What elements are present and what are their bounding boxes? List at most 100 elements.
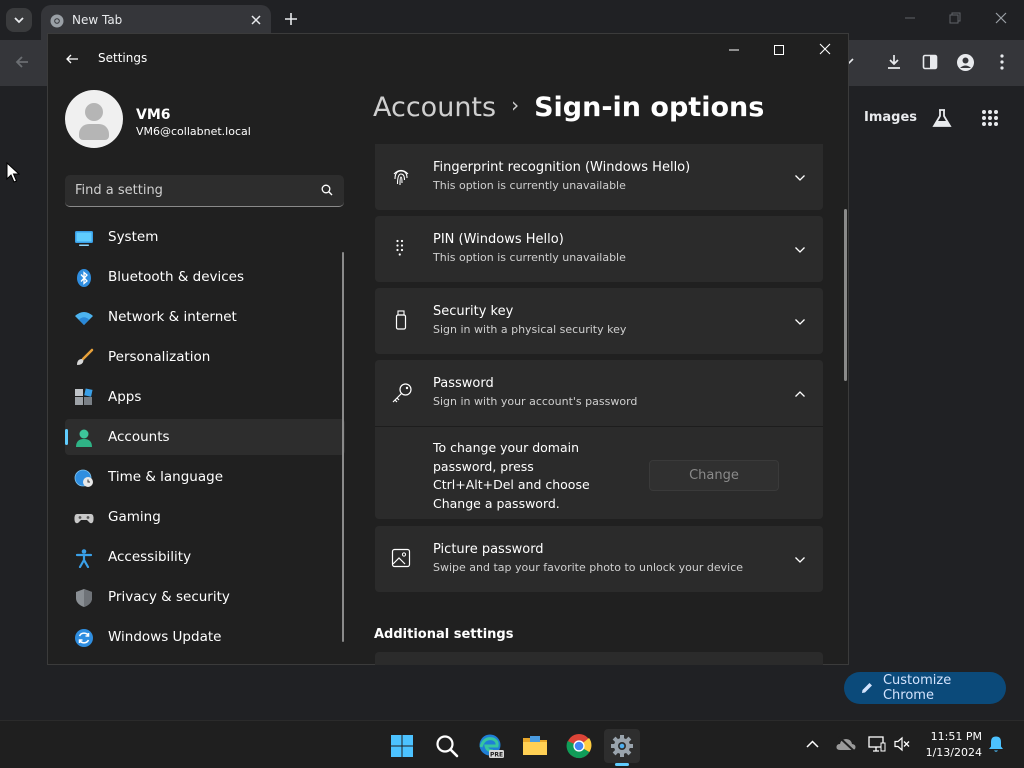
brush-icon bbox=[77, 348, 94, 365]
option-subtitle: Swipe and tap your favorite photo to unl… bbox=[433, 561, 744, 574]
close-icon[interactable] bbox=[250, 14, 262, 26]
chevron-down-icon bbox=[795, 175, 805, 181]
additional-settings-card[interactable] bbox=[375, 652, 823, 665]
nav-item-personalization[interactable]: Personalization bbox=[65, 339, 345, 375]
edge-pre-icon: PRE bbox=[479, 734, 504, 759]
onedrive-offline-icon[interactable] bbox=[836, 736, 856, 752]
restore-icon[interactable] bbox=[948, 11, 962, 25]
taskbar: PRE 11:51 PM 1/13/2024 bbox=[0, 720, 1024, 768]
settings-taskbar-button[interactable] bbox=[604, 729, 640, 763]
option-picture-password[interactable]: Picture password Swipe and tap your favo… bbox=[375, 526, 823, 592]
breadcrumb-parent[interactable]: Accounts bbox=[373, 92, 496, 123]
back-arrow-icon[interactable] bbox=[13, 53, 31, 71]
tab-search-button[interactable] bbox=[6, 8, 32, 32]
start-button[interactable] bbox=[384, 729, 420, 763]
option-password[interactable]: Password Sign in with your account's pas… bbox=[375, 360, 823, 426]
settings-window: Settings VM6 VM6@collabnet.local System … bbox=[47, 33, 849, 665]
option-title: Fingerprint recognition (Windows Hello) bbox=[433, 160, 691, 175]
breadcrumb-separator: › bbox=[511, 93, 520, 117]
window-title: Settings bbox=[98, 51, 148, 65]
customize-chrome-button[interactable]: Customize Chrome bbox=[844, 672, 1006, 704]
additional-settings-heading: Additional settings bbox=[374, 627, 514, 642]
wifi-icon bbox=[75, 312, 93, 325]
pencil-icon bbox=[861, 683, 872, 693]
notification-bell-icon[interactable] bbox=[988, 735, 1004, 753]
chevron-down-icon bbox=[795, 247, 805, 253]
option-fingerprint[interactable]: Fingerprint recognition (Windows Hello) … bbox=[375, 144, 823, 210]
nav-item-system[interactable]: System bbox=[65, 219, 345, 255]
update-icon bbox=[75, 629, 93, 647]
nav-item-bluetooth[interactable]: Bluetooth & devices bbox=[65, 259, 345, 295]
user-profile[interactable] bbox=[65, 90, 123, 148]
taskbar-search-button[interactable] bbox=[429, 729, 465, 763]
nav-item-windows-update[interactable]: Windows Update bbox=[65, 619, 345, 655]
nav-label: Apps bbox=[108, 389, 142, 405]
nav-item-network[interactable]: Network & internet bbox=[65, 299, 345, 335]
images-link[interactable]: Images bbox=[864, 110, 917, 125]
nav-label: Windows Update bbox=[108, 629, 222, 645]
maximize-icon[interactable] bbox=[773, 44, 785, 56]
nav-item-privacy-security[interactable]: Privacy & security bbox=[65, 579, 345, 615]
clock-date: 1/13/2024 bbox=[925, 746, 982, 759]
nav-label: Accessibility bbox=[108, 549, 192, 565]
kebab-menu-icon[interactable] bbox=[995, 53, 1009, 71]
shield-icon bbox=[76, 589, 92, 607]
nav-item-time-language[interactable]: Time & language bbox=[65, 459, 345, 495]
content-scrollbar[interactable] bbox=[844, 209, 847, 381]
chevron-down-icon bbox=[795, 557, 805, 563]
nav-item-accounts[interactable]: Accounts bbox=[65, 419, 345, 455]
nav-label: Accounts bbox=[108, 429, 170, 445]
tray-overflow-chevron-icon[interactable] bbox=[806, 739, 819, 749]
nav-item-accessibility[interactable]: Accessibility bbox=[65, 539, 345, 575]
labs-flask-icon[interactable] bbox=[931, 107, 953, 129]
pin-keypad-icon bbox=[396, 239, 404, 256]
customize-chrome-label: Customize Chrome bbox=[882, 673, 952, 703]
option-subtitle: This option is currently unavailable bbox=[433, 179, 626, 192]
file-explorer-button[interactable] bbox=[517, 729, 553, 763]
nav-item-apps[interactable]: Apps bbox=[65, 379, 345, 415]
file-explorer-icon bbox=[523, 736, 547, 755]
apps-icon bbox=[75, 388, 93, 405]
gamepad-icon bbox=[74, 514, 94, 524]
windows-start-icon bbox=[391, 735, 413, 757]
search-icon[interactable] bbox=[321, 184, 333, 196]
download-icon[interactable] bbox=[885, 53, 903, 71]
chrome-favicon-icon bbox=[50, 14, 64, 28]
change-password-button[interactable]: Change bbox=[649, 460, 779, 491]
nav-label: Personalization bbox=[108, 349, 211, 365]
system-clock[interactable]: 11:51 PM 1/13/2024 bbox=[922, 729, 982, 761]
profile-icon[interactable] bbox=[956, 53, 975, 72]
settings-gear-icon bbox=[611, 735, 633, 757]
minimize-icon[interactable] bbox=[903, 11, 917, 25]
clock-time: 11:51 PM bbox=[930, 730, 982, 743]
nav-scrollbar[interactable] bbox=[342, 252, 344, 642]
volume-muted-icon[interactable] bbox=[894, 736, 910, 752]
search-box bbox=[65, 175, 344, 207]
close-icon[interactable] bbox=[819, 43, 831, 55]
search-input[interactable] bbox=[65, 175, 315, 205]
nav-label: Bluetooth & devices bbox=[108, 269, 245, 285]
chrome-button[interactable] bbox=[561, 729, 597, 763]
chrome-icon bbox=[566, 734, 592, 759]
page-title: Sign-in options bbox=[534, 92, 765, 123]
svg-text:PRE: PRE bbox=[490, 752, 503, 759]
chevron-down-icon bbox=[795, 319, 805, 325]
user-email: VM6@collabnet.local bbox=[136, 125, 251, 138]
network-wired-icon[interactable] bbox=[868, 736, 886, 752]
user-name: VM6 bbox=[136, 107, 171, 123]
side-panel-icon[interactable] bbox=[921, 53, 939, 71]
back-arrow-icon[interactable] bbox=[65, 52, 79, 66]
close-window-icon[interactable] bbox=[994, 11, 1008, 25]
edge-pre-button[interactable]: PRE bbox=[473, 729, 509, 763]
nav-item-gaming[interactable]: Gaming bbox=[65, 499, 345, 535]
search-icon bbox=[436, 735, 459, 758]
option-pin[interactable]: PIN (Windows Hello) This option is curre… bbox=[375, 216, 823, 282]
minimize-icon[interactable] bbox=[728, 44, 740, 56]
option-security-key[interactable]: Security key Sign in with a physical sec… bbox=[375, 288, 823, 354]
google-apps-icon[interactable] bbox=[981, 109, 999, 127]
picture-icon bbox=[391, 548, 411, 568]
new-tab-plus-icon[interactable] bbox=[283, 11, 299, 27]
tab-title: New Tab bbox=[72, 13, 123, 27]
mouse-cursor-icon bbox=[6, 162, 20, 183]
globe-clock-icon bbox=[74, 469, 93, 487]
